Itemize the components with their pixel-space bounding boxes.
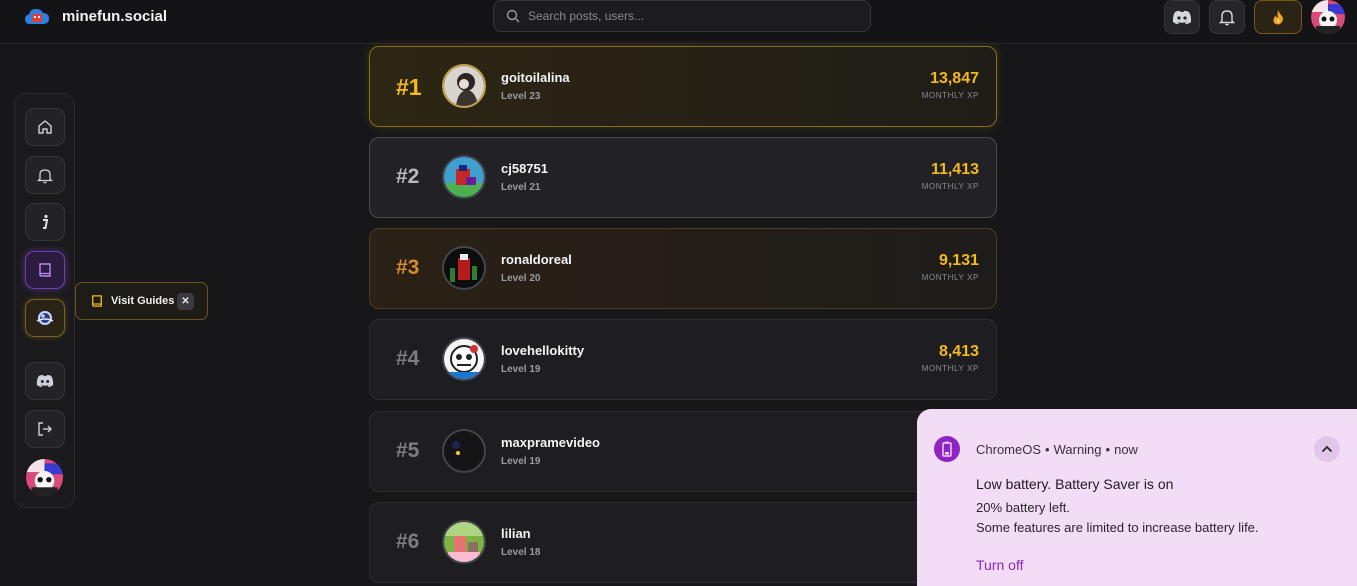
bell-icon xyxy=(1219,10,1235,26)
notification-severity: Warning xyxy=(1053,442,1102,457)
top-bar: minefun.social Search posts, users... xyxy=(0,0,1357,44)
monthly-xp-label: MONTHLY XP xyxy=(921,182,979,191)
sidebar-item-home[interactable] xyxy=(25,108,65,146)
notifications-button[interactable] xyxy=(1209,0,1245,34)
brand-name[interactable]: minefun.social xyxy=(62,8,167,25)
discord-button[interactable] xyxy=(1164,0,1200,34)
username[interactable]: ronaldoreal xyxy=(501,252,572,267)
notification-time: now xyxy=(1114,442,1138,457)
avatar[interactable] xyxy=(442,337,486,381)
sidebar-item-logout[interactable] xyxy=(25,410,65,448)
tooltip-label: Visit Guides xyxy=(111,295,175,307)
notification-header: ChromeOS • Warning • now xyxy=(976,442,1138,457)
user-level: Level 21 xyxy=(501,182,541,193)
search-placeholder: Search posts, users... xyxy=(528,9,645,23)
rank-number: #4 xyxy=(396,347,420,370)
info-icon xyxy=(43,214,49,229)
home-icon xyxy=(38,120,52,134)
separator-dot: • xyxy=(1105,442,1111,457)
user-level: Level 19 xyxy=(501,364,541,375)
notification-source: ChromeOS xyxy=(976,442,1042,457)
streak-button[interactable] xyxy=(1254,0,1302,34)
chevron-up-icon xyxy=(1321,445,1333,453)
book-icon xyxy=(39,263,51,277)
avatar[interactable] xyxy=(442,520,486,564)
rank-number: #6 xyxy=(396,530,420,553)
battery-icon xyxy=(934,436,960,462)
leaderboard-row[interactable]: #4 lovehellokitty Level 19 8,413 MONTHLY… xyxy=(369,319,997,400)
separator-dot: • xyxy=(1045,442,1050,457)
rank-number: #2 xyxy=(396,165,420,188)
monthly-xp-value: 8,413 xyxy=(938,343,979,360)
notification-title: Low battery. Battery Saver is on xyxy=(976,476,1174,492)
user-avatar[interactable] xyxy=(1311,0,1345,34)
monthly-xp-value: 9,131 xyxy=(938,252,979,269)
username[interactable]: cj58751 xyxy=(501,161,548,176)
user-level: Level 18 xyxy=(501,547,541,558)
user-level: Level 20 xyxy=(501,273,541,284)
leaderboard-row[interactable]: #3 ronaldoreal Level 20 9,131 MONTHLY XP xyxy=(369,228,997,309)
discord-icon xyxy=(1172,10,1192,24)
sidebar-avatar[interactable] xyxy=(26,459,63,496)
leaderboard-row[interactable]: #2 cj58751 Level 21 11,413 MONTHLY XP xyxy=(369,137,997,218)
username[interactable]: goitoilalina xyxy=(501,70,570,85)
search-icon xyxy=(506,9,520,28)
sidebar-item-notifications[interactable] xyxy=(25,156,65,194)
avatar[interactable] xyxy=(442,429,486,473)
rank-number: #3 xyxy=(396,256,420,279)
sidebar-item-discord[interactable] xyxy=(25,362,65,400)
sidebar-item-guides[interactable] xyxy=(25,251,65,289)
notification-message-line: Some features are limited to increase ba… xyxy=(976,520,1259,535)
planet-icon xyxy=(36,311,54,325)
user-level: Level 19 xyxy=(501,456,541,467)
bell-icon xyxy=(37,168,53,183)
notification-message-line: 20% battery left. xyxy=(976,500,1070,515)
rank-number: #5 xyxy=(396,439,420,462)
logout-icon xyxy=(38,422,52,436)
avatar[interactable] xyxy=(442,155,486,199)
username[interactable]: maxpramevideo xyxy=(501,435,600,450)
username[interactable]: lovehellokitty xyxy=(501,343,584,358)
leaderboard-row[interactable]: #1 goitoilalina Level 23 13,847 MONTHLY … xyxy=(369,46,997,127)
user-level: Level 23 xyxy=(501,91,541,102)
rank-number: #1 xyxy=(396,74,422,100)
turn-off-button[interactable]: Turn off xyxy=(976,557,1023,573)
visit-guides-tooltip[interactable]: Visit Guides ✕ xyxy=(75,282,208,320)
book-icon xyxy=(91,294,103,313)
monthly-xp-value: 13,847 xyxy=(930,70,979,87)
discord-icon xyxy=(36,375,54,388)
leaderboard-row[interactable]: #5 maxpramevideo Level 19 xyxy=(369,411,997,492)
sidebar-item-info[interactable] xyxy=(25,203,65,241)
monthly-xp-value: 11,413 xyxy=(930,161,979,178)
avatar[interactable] xyxy=(442,64,486,108)
search-input[interactable]: Search posts, users... xyxy=(493,0,871,32)
monthly-xp-label: MONTHLY XP xyxy=(921,273,979,282)
leaderboard-row[interactable]: #6 lilian Level 18 xyxy=(369,502,997,583)
sidebar-item-explore[interactable] xyxy=(25,299,65,337)
avatar[interactable] xyxy=(442,246,486,290)
flame-icon xyxy=(1273,10,1283,25)
close-icon[interactable]: ✕ xyxy=(177,293,194,310)
sidebar xyxy=(14,93,75,508)
username[interactable]: lilian xyxy=(501,526,531,541)
collapse-button[interactable] xyxy=(1314,436,1340,462)
monthly-xp-label: MONTHLY XP xyxy=(921,91,979,100)
brand-logo-icon[interactable] xyxy=(24,5,50,29)
monthly-xp-label: MONTHLY XP xyxy=(921,364,979,373)
battery-notification[interactable]: ChromeOS • Warning • now Low battery. Batter… xyxy=(917,409,1357,586)
